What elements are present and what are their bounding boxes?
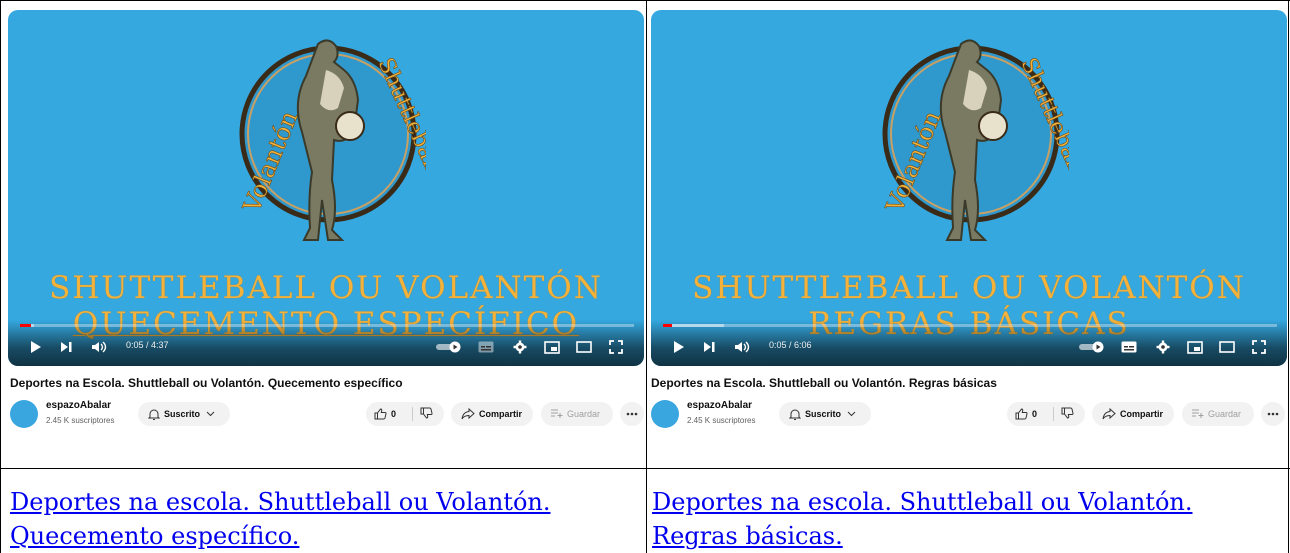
subtitles-icon[interactable] [476,336,496,358]
channel-name[interactable]: espazoAbalar [687,400,752,411]
bell-icon [789,409,801,420]
progress-bar[interactable] [20,324,634,327]
autoplay-toggle-icon[interactable] [434,336,464,358]
video-meta-row: espazoAbalar 2.45 K suscriptores Suscrit… [651,398,1287,430]
time-display: 0:05 / 4:37 [126,340,169,350]
dislike-button[interactable] [1061,407,1074,421]
dislike-icon [1061,407,1074,419]
volanton-logo-icon: Volantón Shuttleball [880,39,1069,241]
subscribe-label: Suscrito [164,409,201,419]
fullscreen-icon[interactable] [606,336,626,358]
channel-name[interactable]: espazoAbalar [46,400,111,411]
like-dislike-group: 0 [1007,402,1085,426]
like-button[interactable]: 0 [374,402,396,426]
player-controls: 0:05 / 6:06 [651,320,1287,366]
save-icon [551,409,563,418]
subscriber-count: 2.45 K suscriptores [46,416,115,425]
theater-icon[interactable] [1217,336,1237,358]
like-button[interactable]: 0 [1015,402,1037,426]
play-icon[interactable] [671,336,687,358]
progress-fill [20,324,32,327]
save-button[interactable]: Guardar [1182,402,1254,426]
more-icon[interactable] [1261,402,1285,426]
like-count: 0 [1032,409,1038,419]
video-caption-line1: SHUTTLEBALL OU VOLANTÓN [692,270,1246,306]
video-link-quecemento[interactable]: Deportes na escola. Shuttleball ou Volan… [10,485,630,553]
settings-icon[interactable] [510,336,530,358]
like-divider [412,407,413,421]
progress-buffer [663,324,725,327]
video-player[interactable]: Volantón Shuttleball SHUTTLEBALL OU VOLA… [8,10,644,366]
more-icon[interactable] [620,402,644,426]
volume-icon[interactable] [733,336,751,358]
settings-icon[interactable] [1153,336,1173,358]
progress-bar[interactable] [663,324,1277,327]
fullscreen-icon[interactable] [1249,336,1269,358]
share-button[interactable]: Compartir [451,402,533,426]
save-button[interactable]: Guardar [541,402,613,426]
subtitles-icon[interactable] [1119,336,1139,358]
share-label: Compartir [479,409,523,419]
progress-fill [663,324,672,327]
share-icon [461,408,475,420]
video-title[interactable]: Deportes na Escola. Shuttleball ou Volan… [651,376,997,390]
table-row-divider [0,468,1290,469]
share-label: Compartir [1120,409,1164,419]
player-controls: 0:05 / 4:37 [8,320,644,366]
subscribe-button[interactable]: Suscrito [138,402,230,426]
avatar[interactable] [10,400,38,428]
miniplayer-icon[interactable] [1185,336,1205,358]
volanton-logo-icon: Volantón Shuttleball [237,39,426,241]
table-border-right [1288,0,1289,553]
dislike-button[interactable] [420,407,433,421]
video-caption-line1: SHUTTLEBALL OU VOLANTÓN [49,270,603,306]
video-embed-cell-2: Volantón Shuttleball SHUTTLEBALL OU VOLA… [647,0,1288,468]
like-icon [374,408,387,420]
video-embed-cell-1: Volantón Shuttleball SHUTTLEBALL OU VOLA… [2,0,647,468]
share-icon [1102,408,1116,420]
video-player[interactable]: Volantón Shuttleball SHUTTLEBALL OU VOLA… [651,10,1287,366]
video-meta-row: espazoAbalar 2.45 K suscriptores Suscrit… [10,398,646,430]
subscribe-label: Suscrito [805,409,842,419]
table-border-left [0,0,1,553]
next-icon[interactable] [58,336,74,358]
save-label: Guardar [567,409,601,419]
bell-icon [148,409,160,420]
miniplayer-icon[interactable] [542,336,562,358]
chevron-down-icon [206,411,215,417]
save-label: Guardar [1208,409,1242,419]
theater-icon[interactable] [574,336,594,358]
share-button[interactable]: Compartir [1092,402,1174,426]
avatar[interactable] [651,400,679,428]
subscriber-count: 2.45 K suscriptores [687,416,756,425]
save-icon [1192,409,1204,418]
video-link-regras[interactable]: Deportes na escola. Shuttleball ou Volan… [652,485,1272,553]
like-icon [1015,408,1028,420]
like-count: 0 [391,409,397,419]
volume-icon[interactable] [90,336,108,358]
chevron-down-icon [847,411,856,417]
video-title[interactable]: Deportes na Escola. Shuttleball ou Volan… [10,376,403,390]
autoplay-toggle-icon[interactable] [1077,336,1107,358]
next-icon[interactable] [701,336,717,358]
like-divider [1053,407,1054,421]
dislike-icon [420,407,433,419]
like-dislike-group: 0 [366,402,444,426]
play-icon[interactable] [28,336,44,358]
subscribe-button[interactable]: Suscrito [779,402,871,426]
time-display: 0:05 / 6:06 [769,340,812,350]
